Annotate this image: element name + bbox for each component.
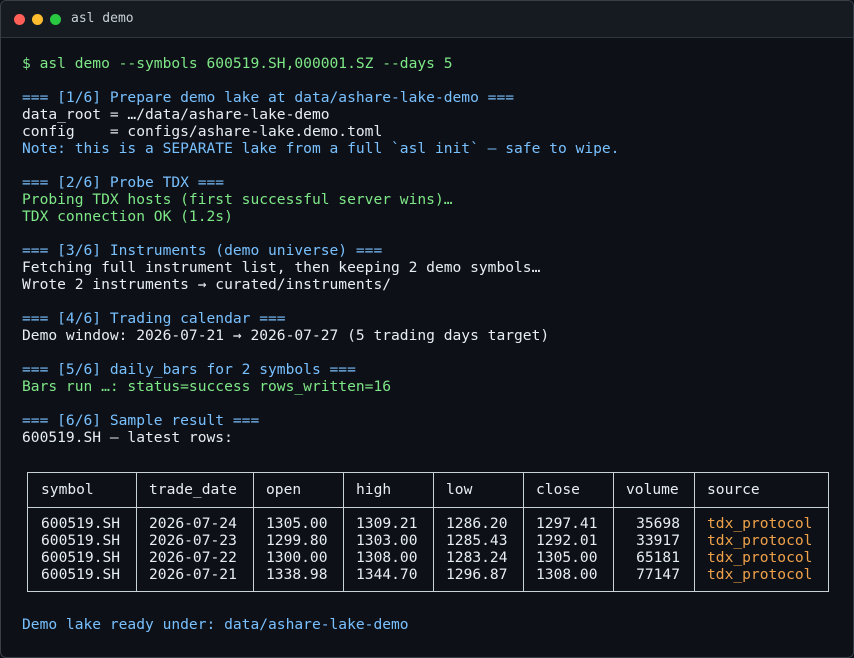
column-header: source — [707, 481, 760, 498]
window-title: asl demo — [71, 11, 134, 26]
table-cell: 2026-07-22 — [149, 549, 237, 566]
terminal-line: config = configs/ashare-lake.demo.toml — [22, 123, 383, 140]
table-cell: 2026-07-21 — [149, 566, 237, 583]
table-header-divider — [28, 507, 828, 508]
table-column-divider — [136, 473, 137, 591]
terminal-line: === [3/6] Instruments (demo universe) ==… — [22, 242, 383, 259]
table-column-divider — [343, 473, 344, 591]
table-cell: 35698 — [636, 515, 680, 532]
table-cell: 2026-07-24 — [149, 515, 237, 532]
table-column-divider — [523, 473, 524, 591]
table-cell: 1300.00 — [266, 549, 328, 566]
table-cell: 1285.43 — [446, 532, 508, 549]
minimize-window-button[interactable] — [32, 14, 43, 25]
table-cell: tdx_protocol — [707, 549, 813, 566]
table-cell: 77147 — [636, 566, 680, 583]
table-cell: 2026-07-23 — [149, 532, 237, 549]
column-header: trade_date — [149, 481, 237, 498]
table-cell: 600519.SH — [41, 566, 121, 583]
table-cell: 1308.00 — [356, 549, 418, 566]
title-bar: asl demo — [1, 1, 853, 38]
terminal-line: === [6/6] Sample result === — [22, 412, 260, 429]
column-header: low — [446, 481, 473, 498]
terminal-line: Note: this is a SEPARATE lake from a ful… — [22, 140, 620, 157]
table-cell: 1303.00 — [356, 532, 418, 549]
table-cell: 600519.SH — [41, 549, 121, 566]
maximize-window-button[interactable] — [50, 14, 61, 25]
terminal-window: asl demo $ asl demo --symbols 600519.SH,… — [0, 0, 854, 658]
column-header: symbol — [41, 481, 94, 498]
terminal-line: === [5/6] daily_bars for 2 symbols === — [22, 361, 356, 378]
terminal-line: $ asl demo --symbols 600519.SH,000001.SZ… — [22, 55, 453, 72]
table-cell: 1308.00 — [536, 566, 598, 583]
table-cell: 600519.SH — [41, 532, 121, 549]
table-cell: 1309.21 — [356, 515, 418, 532]
table-cell: tdx_protocol — [707, 532, 813, 549]
table-column-divider — [253, 473, 254, 591]
table-column-divider — [613, 473, 614, 591]
terminal-line: === [1/6] Prepare demo lake at data/asha… — [22, 89, 515, 106]
close-window-button[interactable] — [14, 14, 25, 25]
table-cell: 1297.41 — [536, 515, 598, 532]
terminal-line: data_root = …/data/ashare-lake-demo — [22, 106, 330, 123]
terminal-line: Wrote 2 instruments → curated/instrument… — [22, 276, 392, 293]
table-cell: 1296.87 — [446, 566, 508, 583]
table-cell: 1338.98 — [266, 566, 328, 583]
table-cell: 1283.24 — [446, 549, 508, 566]
column-header: volume — [626, 481, 679, 498]
table-cell: tdx_protocol — [707, 515, 813, 532]
column-header: close — [536, 481, 580, 498]
terminal-line: Demo window: 2026-07-21 → 2026-07-27 (5 … — [22, 327, 550, 344]
ready-message: Demo lake ready under: data/ashare-lake-… — [22, 616, 409, 633]
table-cell: 33917 — [636, 532, 680, 549]
column-header: open — [266, 481, 302, 498]
terminal-line: === [2/6] Probe TDX === — [22, 174, 225, 191]
terminal-line: TDX connection OK (1.2s) — [22, 208, 233, 225]
terminal-output: $ asl demo --symbols 600519.SH,000001.SZ… — [22, 55, 843, 446]
table-cell: 1286.20 — [446, 515, 508, 532]
terminal-line: Probing TDX hosts (first successful serv… — [22, 191, 453, 208]
table-cell: 600519.SH — [41, 515, 121, 532]
table-column-divider — [433, 473, 434, 591]
table-column-divider — [694, 473, 695, 591]
terminal-line: === [4/6] Trading calendar === — [22, 310, 286, 327]
table-cell: 65181 — [636, 549, 680, 566]
table-cell: 1305.00 — [536, 549, 598, 566]
terminal-line: 600519.SH — latest rows: — [22, 429, 233, 446]
column-header: high — [356, 481, 392, 498]
table-cell: 1299.80 — [266, 532, 328, 549]
terminal-line: Bars run …: status=success rows_written=… — [22, 378, 392, 395]
result-table: symbol trade_date open high low close volume so… — [27, 472, 829, 592]
terminal-line: Fetching full instrument list, then keep… — [22, 259, 541, 276]
table-cell: tdx_protocol — [707, 566, 813, 583]
table-cell: 1344.70 — [356, 566, 418, 583]
table-cell: 1292.01 — [536, 532, 598, 549]
table-cell: 1305.00 — [266, 515, 328, 532]
